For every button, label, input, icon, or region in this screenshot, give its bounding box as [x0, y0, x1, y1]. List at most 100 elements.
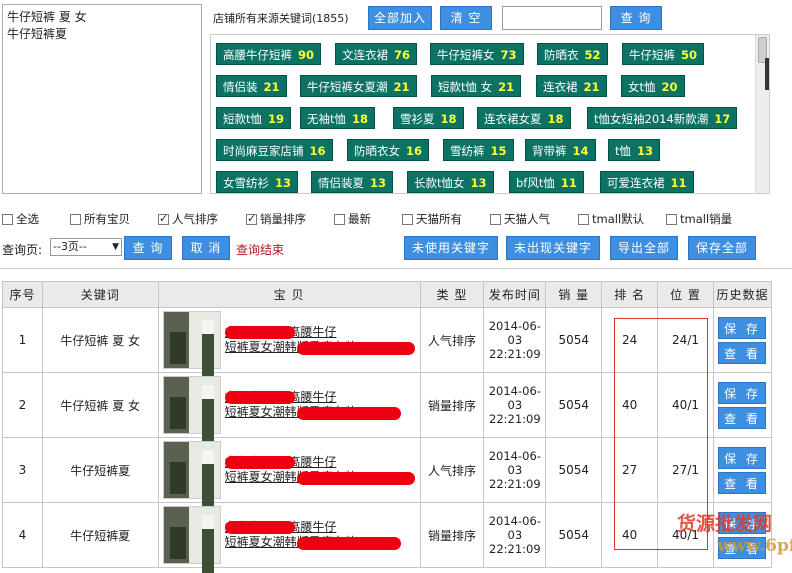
- redaction-mark: [224, 521, 295, 534]
- cell-rank: 40: [601, 372, 659, 438]
- keyword-tag[interactable]: 无袖t恤 18: [300, 107, 376, 129]
- section-divider: [0, 268, 792, 269]
- view-history-button[interactable]: 查 看: [718, 406, 767, 429]
- save-history-button[interactable]: 保 存: [718, 381, 767, 404]
- keyword-tag[interactable]: 防晒衣 52: [537, 43, 608, 65]
- cell-type: 销量排序: [419, 372, 485, 438]
- cell-history: 保 存查 看: [712, 372, 773, 438]
- clear-button[interactable]: 清 空: [440, 6, 492, 30]
- cell-rank: 27: [601, 437, 659, 503]
- cancel-button[interactable]: 取 消: [182, 236, 230, 260]
- table-row: 1 牛仔短裤 夏 女 女士牛仔裤 高腰牛仔 短裤夏女潮韩版显瘦女装 人气排序 2…: [2, 307, 773, 378]
- table-row: 2 牛仔短裤 夏 女 女士牛仔裤 高腰牛仔 短裤夏女潮韩版显瘦女装 销量排序 2…: [2, 372, 773, 443]
- query-button[interactable]: 查 询: [124, 236, 172, 260]
- checkbox-icon[interactable]: [2, 213, 13, 225]
- checkbox-icon[interactable]: [70, 213, 81, 225]
- add-all-button[interactable]: 全部加入: [368, 6, 432, 30]
- filter-all-items[interactable]: 所有宝贝: [70, 211, 130, 227]
- product-thumbnail[interactable]: [162, 311, 221, 378]
- product-title-link[interactable]: 女士牛仔裤 高腰牛仔 短裤夏女潮韩版显瘦女装: [224, 520, 411, 550]
- filter-tmall-sales[interactable]: tmall销量: [666, 211, 732, 227]
- keyword-tag[interactable]: 时尚麻豆家店铺 16: [216, 139, 333, 161]
- cell-type: 人气排序: [419, 307, 485, 373]
- keyword-tag[interactable]: 防晒衣女 16: [347, 139, 430, 161]
- keyword-tag[interactable]: 文连衣裙 76: [335, 43, 418, 65]
- cell-index: 4: [2, 502, 43, 568]
- keyword-tag[interactable]: 情侣装 21: [216, 75, 287, 97]
- view-history-button[interactable]: 查 看: [718, 341, 767, 364]
- checkbox-icon[interactable]: [666, 213, 677, 225]
- keyword-tag[interactable]: 牛仔短裤 50: [622, 43, 705, 65]
- checkbox-checked-icon[interactable]: [158, 212, 169, 225]
- keyword-tag[interactable]: 背带裤 14: [525, 139, 596, 161]
- header-index: 序号: [2, 281, 43, 308]
- keyword-line: 牛仔短裤夏: [7, 27, 68, 41]
- keyword-tag[interactable]: 长款t恤女 13: [407, 171, 494, 193]
- product-thumbnail[interactable]: [162, 441, 221, 508]
- save-history-button[interactable]: 保 存: [718, 446, 767, 469]
- tag-panel-scrollbar[interactable]: [755, 35, 769, 193]
- cell-rank: 24: [601, 307, 659, 373]
- checkbox-icon[interactable]: [334, 213, 345, 225]
- save-history-button[interactable]: 保 存: [718, 316, 767, 339]
- chevron-down-icon: ▼: [112, 242, 119, 252]
- filter-popularity[interactable]: 人气排序: [158, 211, 218, 227]
- keyword-textarea[interactable]: 牛仔短裤 夏 女 牛仔短裤夏: [2, 4, 202, 194]
- checkbox-icon[interactable]: [402, 213, 413, 225]
- cell-keyword: 牛仔短裤夏: [41, 437, 159, 503]
- product-thumbnail[interactable]: [162, 506, 221, 573]
- keyword-tag[interactable]: 连衣裙女夏 18: [477, 107, 571, 129]
- search-query-button[interactable]: 查 询: [610, 6, 662, 30]
- page-select[interactable]: --3页-- ▼: [50, 238, 122, 256]
- keyword-tag[interactable]: 女t恤 20: [621, 75, 685, 97]
- keyword-tag[interactable]: 牛仔短裤女 73: [430, 43, 524, 65]
- cell-sales: 5054: [545, 437, 603, 503]
- view-history-button[interactable]: 查 看: [718, 471, 767, 494]
- cell-sales: 5054: [545, 502, 603, 568]
- product-title-link[interactable]: 女士牛仔裤 高腰牛仔 短裤夏女潮韩版显瘦女装: [224, 390, 411, 420]
- keyword-tag[interactable]: 情侣装夏 13: [311, 171, 394, 193]
- cell-history: 保 存查 看: [712, 307, 773, 373]
- checkbox-icon[interactable]: [578, 213, 589, 225]
- filter-tmall-popularity[interactable]: 天猫人气: [490, 211, 550, 227]
- unseen-keywords-button[interactable]: 未出现关键字: [506, 236, 600, 260]
- cell-item: 女士牛仔裤 高腰牛仔 短裤夏女潮韩版显瘦女装: [157, 437, 421, 508]
- checkbox-checked-icon[interactable]: [246, 212, 257, 225]
- keyword-tag[interactable]: 牛仔短裤女夏潮 21: [300, 75, 417, 97]
- keyword-tag[interactable]: 雪衫夏 18: [393, 107, 464, 129]
- product-title-link[interactable]: 女士牛仔裤 高腰牛仔 短裤夏女潮韩版显瘦女装: [224, 455, 415, 485]
- filter-select-all[interactable]: 全选: [2, 211, 39, 227]
- cell-publish-time: 2014-06-03 22:21:09: [483, 437, 547, 503]
- filter-newest[interactable]: 最新: [334, 211, 371, 227]
- filter-tmall-all[interactable]: 天猫所有: [402, 211, 462, 227]
- cell-publish-time: 2014-06-03 22:21:09: [483, 502, 547, 568]
- cell-keyword: 牛仔短裤 夏 女: [41, 372, 159, 438]
- checkbox-icon[interactable]: [490, 213, 501, 225]
- scrollbar-thumb[interactable]: [758, 37, 769, 90]
- export-all-button[interactable]: 导出全部: [610, 236, 678, 260]
- keyword-tag[interactable]: t恤女短袖2014新款潮 17: [587, 107, 738, 129]
- redaction-mark: [224, 456, 295, 469]
- keyword-tag[interactable]: t恤 13: [608, 139, 661, 161]
- redaction-mark: [296, 472, 415, 485]
- header-position: 位 置: [657, 281, 714, 308]
- search-input[interactable]: [502, 6, 602, 30]
- unused-keywords-button[interactable]: 未使用关键字: [404, 236, 498, 260]
- keyword-tag[interactable]: 女雪纺衫 13: [216, 171, 299, 193]
- save-all-button[interactable]: 保存全部: [688, 236, 756, 260]
- cell-publish-time: 2014-06-03 22:21:09: [483, 372, 547, 438]
- keyword-tag[interactable]: bf风t恤 11: [509, 171, 584, 193]
- filter-sales[interactable]: 销量排序: [246, 211, 306, 227]
- keyword-tag[interactable]: 短款t恤 女 21: [431, 75, 522, 97]
- keyword-tag[interactable]: 高腰牛仔短裤 90: [216, 43, 322, 65]
- keyword-tag[interactable]: 雪纺裤 15: [443, 139, 514, 161]
- keyword-tag[interactable]: 连衣裙 21: [536, 75, 607, 97]
- filter-tmall-default[interactable]: tmall默认: [578, 211, 644, 227]
- product-thumbnail[interactable]: [162, 376, 221, 443]
- keyword-tag[interactable]: 短款t恤 19: [216, 107, 292, 129]
- cell-history: 保 存查 看: [712, 437, 773, 503]
- product-title-link[interactable]: 女士牛仔裤 高腰牛仔 短裤夏女潮韩版显瘦女装: [224, 325, 415, 355]
- keyword-tag[interactable]: 可爱连衣裙 11: [600, 171, 694, 193]
- header-history: 历史数据: [712, 281, 773, 308]
- cell-item: 女士牛仔裤 高腰牛仔 短裤夏女潮韩版显瘦女装: [157, 307, 421, 378]
